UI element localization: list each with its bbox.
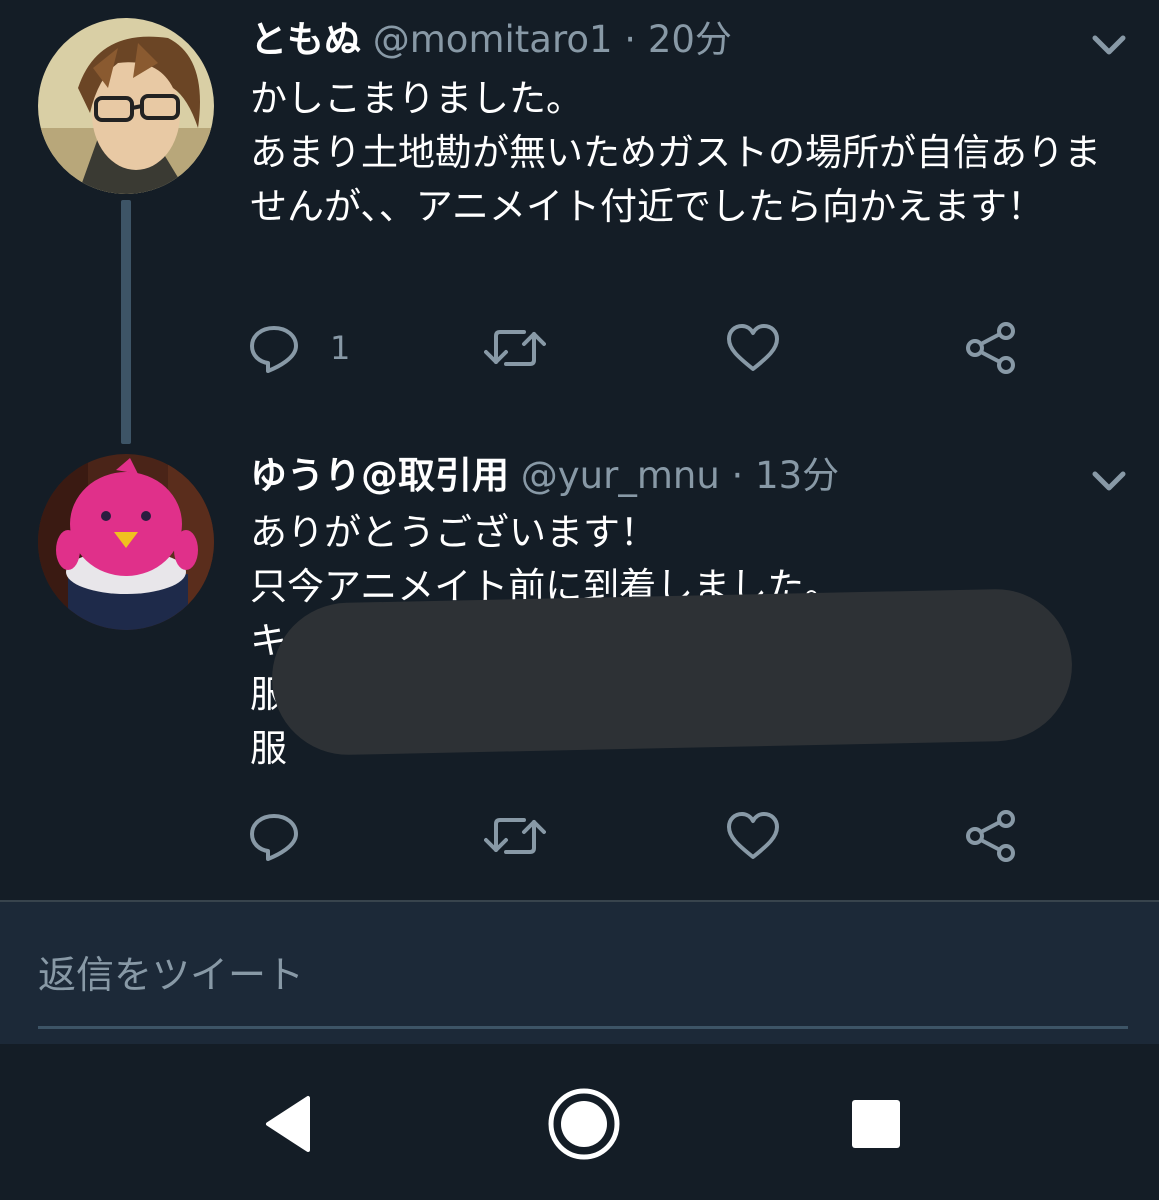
- share-icon: [966, 322, 1015, 374]
- separator: ·: [624, 18, 637, 61]
- back-triangle-icon: [266, 1096, 310, 1152]
- display-name[interactable]: ともぬ: [250, 18, 361, 61]
- share-icon: [966, 810, 1015, 862]
- user-handle[interactable]: @yur_mnu: [521, 454, 720, 497]
- tweet-actions: [240, 806, 1060, 866]
- reply-input[interactable]: 返信をツイート: [38, 950, 1128, 1029]
- reply-button[interactable]: 1: [248, 318, 350, 378]
- back-button[interactable]: [252, 1084, 332, 1164]
- tweet-header: ゆうり@取引用 @yur_mnu · 13分: [250, 454, 839, 498]
- tweet-menu-button[interactable]: [1089, 466, 1129, 496]
- share-button[interactable]: [964, 318, 1018, 378]
- anime-character-avatar-icon: [38, 18, 214, 194]
- reply-button[interactable]: [248, 806, 330, 866]
- reply-count: 1: [330, 329, 351, 367]
- reply-icon: [250, 814, 298, 861]
- chevron-down-icon: [1092, 35, 1126, 55]
- timestamp[interactable]: 20分: [648, 18, 732, 61]
- home-circle-icon: [548, 1088, 620, 1160]
- heart-icon: [727, 324, 779, 371]
- redaction-overlay: [270, 587, 1074, 757]
- chevron-down-icon: [1092, 471, 1126, 491]
- thread-connector-line: [121, 200, 131, 444]
- retweet-icon: [484, 330, 546, 366]
- share-button[interactable]: [964, 806, 1018, 866]
- tweet-text: かしこまりました。 あまり土地勘が無いためガストの場所が自信ありませんが、、アニ…: [250, 77, 1101, 228]
- avatar[interactable]: [38, 18, 214, 194]
- retweet-icon: [484, 818, 546, 854]
- tweet[interactable]: ともぬ @momitaro1 · 20分 かしこまりました。 あまり土地勘が無い…: [0, 0, 1159, 440]
- recent-apps-square-icon: [852, 1100, 900, 1148]
- retweet-button[interactable]: [484, 806, 546, 866]
- heart-icon: [727, 812, 779, 859]
- tweet-actions: 1: [240, 318, 1060, 378]
- user-handle[interactable]: @momitaro1: [373, 18, 613, 61]
- reply-composer: 返信をツイート: [0, 900, 1159, 1046]
- avatar[interactable]: [38, 454, 214, 630]
- timestamp[interactable]: 13分: [755, 454, 839, 497]
- display-name[interactable]: ゆうり@取引用: [250, 454, 509, 497]
- system-navigation-bar: [0, 1044, 1159, 1200]
- recent-apps-button[interactable]: [836, 1084, 916, 1164]
- pink-bird-plush-avatar-icon: [38, 454, 214, 630]
- reply-icon: [250, 326, 298, 373]
- like-button[interactable]: [726, 318, 780, 378]
- home-button[interactable]: [544, 1084, 624, 1164]
- like-button[interactable]: [726, 806, 780, 866]
- separator: ·: [731, 454, 744, 497]
- retweet-button[interactable]: [484, 318, 546, 378]
- tweet-header: ともぬ @momitaro1 · 20分: [250, 18, 732, 62]
- tweet-menu-button[interactable]: [1089, 30, 1129, 60]
